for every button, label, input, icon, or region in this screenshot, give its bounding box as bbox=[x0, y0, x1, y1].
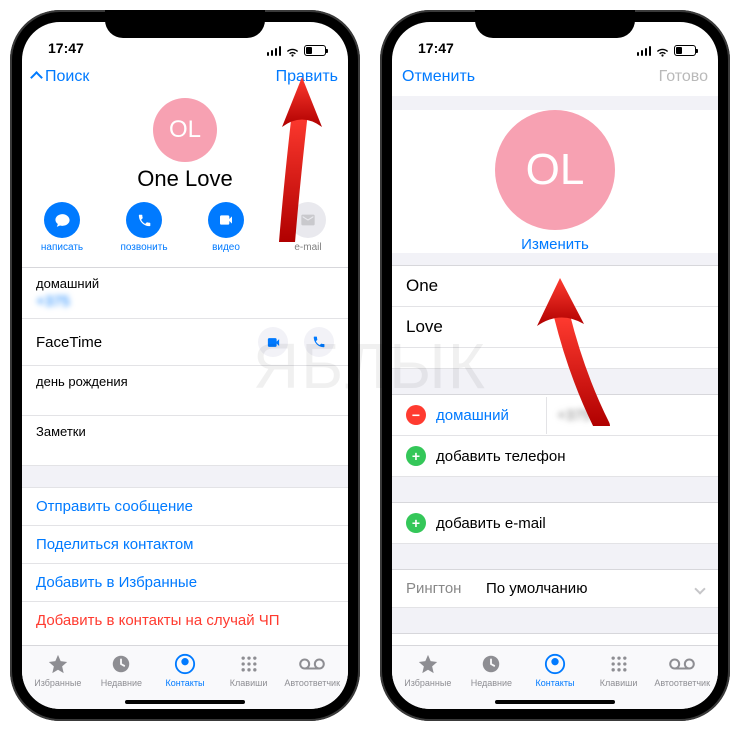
video-action[interactable]: видео bbox=[196, 202, 256, 253]
chevron-left-icon bbox=[30, 71, 43, 84]
tab-recents[interactable]: Недавние bbox=[90, 650, 154, 697]
phone-value: +375 bbox=[557, 407, 704, 424]
facetime-video-button[interactable] bbox=[258, 327, 288, 357]
first-name-field[interactable] bbox=[392, 265, 718, 306]
battery-icon bbox=[304, 45, 326, 56]
status-time: 17:47 bbox=[48, 40, 84, 56]
phone-left: 17:47 Поиск Править OL One Love bbox=[10, 10, 360, 721]
facetime-cell[interactable]: FaceTime bbox=[22, 318, 348, 365]
avatar: OL bbox=[153, 98, 217, 162]
notch bbox=[475, 10, 635, 38]
change-photo-link[interactable]: Изменить bbox=[392, 236, 718, 253]
phone-cell[interactable]: домашний +375 bbox=[22, 267, 348, 318]
phone-type-label: домашний bbox=[36, 276, 334, 291]
textsound-row[interactable]: Звук сообщ. По умолчанию bbox=[392, 633, 718, 645]
tab-voicemail[interactable]: Автоответчик bbox=[280, 650, 344, 697]
tab-keypad[interactable]: Клавиши bbox=[217, 650, 281, 697]
back-button[interactable]: Поиск bbox=[32, 68, 89, 86]
voicemail-icon bbox=[299, 652, 325, 676]
wifi-icon bbox=[285, 45, 300, 56]
mail-icon bbox=[300, 212, 316, 228]
status-time: 17:47 bbox=[418, 40, 454, 56]
phone-right: 17:47 Отменить Готово OL Изменить bbox=[380, 10, 730, 721]
star-icon bbox=[417, 652, 439, 676]
nav-bar: Поиск Править bbox=[22, 58, 348, 96]
last-name-input[interactable] bbox=[406, 317, 704, 337]
clock-icon bbox=[480, 652, 502, 676]
ringtone-row[interactable]: Рингтон По умолчанию bbox=[392, 569, 718, 607]
company-field[interactable] bbox=[392, 347, 718, 368]
add-phone-row[interactable]: + добавить телефон bbox=[392, 435, 718, 476]
edit-button[interactable]: Править bbox=[276, 68, 338, 86]
tab-favorites[interactable]: Избранные bbox=[396, 650, 460, 697]
done-button[interactable]: Готово bbox=[659, 68, 708, 86]
birthday-cell[interactable]: день рождения bbox=[22, 365, 348, 415]
send-message-link[interactable]: Отправить сообщение bbox=[22, 487, 348, 525]
home-indicator bbox=[125, 700, 245, 704]
notes-label: Заметки bbox=[36, 424, 86, 439]
add-email-row[interactable]: + добавить e-mail bbox=[392, 502, 718, 543]
notch bbox=[105, 10, 265, 38]
notes-cell[interactable]: Заметки bbox=[22, 415, 348, 465]
add-favorite-link[interactable]: Добавить в Избранные bbox=[22, 563, 348, 601]
keypad-icon bbox=[239, 652, 259, 676]
nav-bar: Отменить Готово bbox=[392, 58, 718, 96]
birthday-label: день рождения bbox=[36, 374, 334, 389]
contact-icon bbox=[174, 652, 196, 676]
tab-voicemail[interactable]: Автоответчик bbox=[650, 650, 714, 697]
avatar[interactable]: OL bbox=[495, 110, 615, 230]
tab-recents[interactable]: Недавние bbox=[460, 650, 524, 697]
cancel-button[interactable]: Отменить bbox=[402, 68, 475, 86]
keypad-icon bbox=[609, 652, 629, 676]
action-row: написать позвонить видео e-mail bbox=[22, 202, 348, 253]
plus-icon: + bbox=[406, 513, 426, 533]
tab-favorites[interactable]: Избранные bbox=[26, 650, 90, 697]
last-name-field[interactable] bbox=[392, 306, 718, 347]
phone-icon bbox=[137, 213, 152, 228]
phone-number: +375 bbox=[36, 293, 334, 310]
plus-icon: + bbox=[406, 446, 426, 466]
birthday-value bbox=[36, 391, 334, 407]
clock-icon bbox=[110, 652, 132, 676]
home-indicator bbox=[495, 700, 615, 704]
share-contact-link[interactable]: Поделиться контактом bbox=[22, 525, 348, 563]
spacer bbox=[22, 465, 348, 487]
phone-edit-row[interactable]: − домашний +375 bbox=[392, 394, 718, 435]
tab-contacts[interactable]: Контакты bbox=[523, 650, 587, 697]
contact-icon bbox=[544, 652, 566, 676]
facetime-audio-button[interactable] bbox=[304, 327, 334, 357]
signal-icon bbox=[267, 46, 282, 56]
star-icon bbox=[47, 652, 69, 676]
battery-icon bbox=[674, 45, 696, 56]
voicemail-icon bbox=[669, 652, 695, 676]
minus-icon[interactable]: − bbox=[406, 405, 426, 425]
message-icon bbox=[54, 212, 71, 229]
call-action[interactable]: позвонить bbox=[114, 202, 174, 253]
tab-keypad[interactable]: Клавиши bbox=[587, 650, 651, 697]
signal-icon bbox=[637, 46, 652, 56]
mail-action: e-mail bbox=[278, 202, 338, 253]
wifi-icon bbox=[655, 45, 670, 56]
message-action[interactable]: написать bbox=[32, 202, 92, 253]
video-icon bbox=[218, 212, 234, 228]
first-name-input[interactable] bbox=[406, 276, 704, 296]
contact-name: One Love bbox=[22, 166, 348, 192]
add-emergency-link[interactable]: Добавить в контакты на случай ЧП bbox=[22, 601, 348, 639]
chevron-right-icon bbox=[694, 583, 705, 594]
tab-contacts[interactable]: Контакты bbox=[153, 650, 217, 697]
